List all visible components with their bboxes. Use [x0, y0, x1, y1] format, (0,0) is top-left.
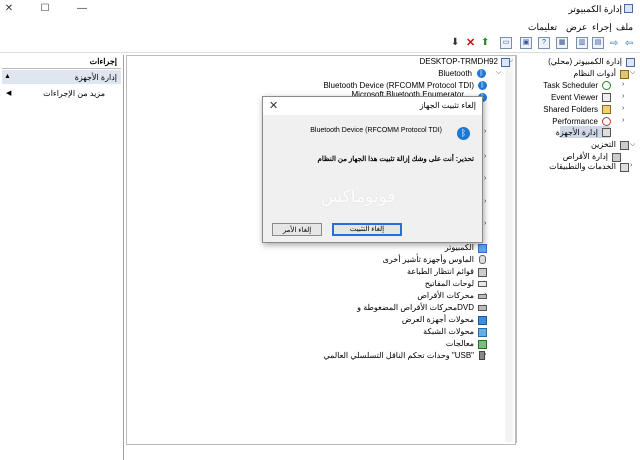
nav-root[interactable]: إدارة الكمبيوتر (محلي)	[548, 57, 622, 66]
monitor-icon[interactable]: ▭	[500, 37, 512, 49]
services-icon	[620, 163, 629, 172]
title-bar	[0, 0, 640, 18]
menu-file[interactable]: ملف	[616, 22, 633, 33]
nav-item[interactable]: Event Viewer	[551, 93, 598, 102]
show-hide-tree-icon[interactable]: ▥	[576, 37, 588, 49]
tools-icon	[620, 70, 629, 79]
uninstall-device-dialog: ✕ إلغاء تثبيت الجهاز ᛒ Bluetooth Device …	[262, 96, 483, 243]
actions-panel	[0, 55, 124, 460]
more-actions-link[interactable]: مزيد من الإجراءات	[43, 89, 105, 98]
computer-icon	[478, 244, 487, 253]
chevron-right-icon[interactable]: ›	[622, 117, 624, 124]
storage-icon	[620, 141, 629, 150]
tree-category[interactable]: محولات الشبكة	[423, 327, 474, 336]
nav-storage[interactable]: التخزين	[591, 140, 616, 149]
tree-category[interactable]: لوحات المفاتيح	[425, 279, 474, 288]
nav-item-selected[interactable]: إدارة الأجهزة	[556, 128, 598, 137]
usb-icon	[479, 351, 485, 360]
chevron-right-icon[interactable]: ›	[484, 128, 486, 135]
cancel-button[interactable]: إلغاء الأمر	[272, 223, 322, 236]
network-adapter-icon	[478, 328, 487, 337]
menu-view[interactable]: عرض	[566, 22, 587, 33]
bluetooth-icon: ᛒ	[457, 127, 470, 140]
nav-item[interactable]: Shared Folders	[543, 105, 598, 114]
scan-hardware-icon[interactable]: ▣	[520, 37, 532, 49]
back-arrow-icon[interactable]: ⇦	[625, 38, 633, 49]
menu-help[interactable]: تعليمات	[528, 22, 557, 33]
bluetooth-icon: ᛒ	[478, 81, 487, 90]
chevron-down-icon[interactable]: ⌵	[496, 69, 501, 77]
disk-management-icon	[612, 153, 621, 162]
nav-item[interactable]: Task Scheduler	[543, 81, 598, 90]
computer-management-icon	[624, 4, 633, 13]
vertical-scrollbar[interactable]	[505, 56, 513, 442]
mouse-icon	[479, 255, 486, 264]
nav-item[interactable]: Performance	[552, 117, 598, 126]
display-adapter-icon	[478, 316, 487, 325]
tree-category[interactable]: وحدات تحكم الناقل التسلسلي العالمي "USB"	[323, 351, 474, 360]
processor-icon	[478, 340, 487, 349]
expand-arrow-icon[interactable]: ◀	[6, 89, 11, 97]
tree-bt-device-rfcomm[interactable]: Bluetooth Device (RFCOMM Protocol TDI)	[323, 81, 474, 90]
computer-icon	[501, 58, 510, 67]
tree-root[interactable]: DESKTOP-TRMDH92	[419, 57, 498, 66]
dialog-title: إلغاء تثبيت الجهاز	[419, 101, 476, 110]
chevron-down-icon[interactable]: ⌵	[630, 141, 635, 149]
dvd-drive-icon	[478, 305, 487, 311]
tree-bluetooth[interactable]: Bluetooth	[438, 69, 472, 78]
close-window-button[interactable]: ✕	[2, 3, 16, 14]
event-viewer-icon	[602, 93, 611, 102]
device-manager-icon	[602, 128, 611, 137]
actions-header: إجراءات	[2, 57, 121, 69]
properties-icon[interactable]: ▦	[556, 37, 568, 49]
update-driver-icon[interactable]: ⬆	[481, 37, 489, 48]
tree-category[interactable]: الماوس وأجهزة تأشير أخرى	[383, 255, 474, 264]
clock-icon	[602, 81, 611, 90]
chevron-down-icon[interactable]: ⌵	[630, 69, 635, 77]
chevron-right-icon[interactable]: ›	[484, 175, 486, 182]
chevron-right-icon[interactable]: ›	[622, 81, 624, 88]
maximize-window-button[interactable]: ☐	[38, 3, 52, 14]
chevron-right-icon[interactable]: ›	[484, 220, 486, 227]
dialog-device-name: Bluetooth Device (RFCOMM Protocol TDI)	[310, 127, 442, 134]
disk-drive-icon	[478, 294, 487, 299]
computer-management-icon	[626, 58, 635, 67]
tree-category[interactable]: الكمبيوتر	[445, 243, 474, 252]
up-level-icon[interactable]: ▤	[592, 37, 604, 49]
watermark: فونوماكس	[321, 187, 396, 206]
nav-disk-management[interactable]: إدارة الأقراص	[563, 152, 608, 161]
tree-category[interactable]: محولات أجهزة العرض	[402, 315, 474, 324]
chevron-right-icon[interactable]: ›	[622, 105, 624, 112]
shared-folder-icon	[602, 105, 611, 114]
uninstall-x-icon[interactable]: ✕	[466, 36, 475, 49]
printer-icon	[478, 268, 487, 277]
download-icon[interactable]: ⬇	[451, 37, 459, 48]
bluetooth-icon: ᛒ	[477, 69, 486, 78]
nav-system-tools[interactable]: أدوات النظام	[573, 69, 616, 78]
uninstall-button[interactable]: إلغاء التثبيت	[332, 223, 402, 236]
chevron-right-icon[interactable]: ›	[484, 153, 486, 160]
chevron-right-icon[interactable]: ›	[630, 162, 632, 169]
forward-arrow-icon[interactable]: ⇨	[610, 38, 618, 49]
collapse-triangle-icon[interactable]: ▲	[4, 73, 11, 80]
help-icon[interactable]: ?	[538, 37, 550, 49]
chevron-right-icon[interactable]: ›	[622, 93, 624, 100]
dialog-warning: تحذير: أنت على وشك إزالة تثبيت هذا الجها…	[317, 156, 474, 163]
dialog-close-button[interactable]: ✕	[269, 99, 278, 112]
menu-action[interactable]: إجراء	[592, 22, 612, 33]
window-title: إدارة الكمبيوتر	[568, 4, 622, 14]
tree-category[interactable]: معالجات	[446, 339, 474, 348]
nav-services[interactable]: الخدمات والتطبيقات	[549, 162, 616, 171]
tree-category[interactable]: محركات الأقراص	[417, 291, 474, 300]
chevron-right-icon[interactable]: ›	[484, 198, 486, 205]
keyboard-icon	[478, 281, 487, 287]
performance-icon	[602, 117, 611, 126]
minimize-window-button[interactable]: —	[75, 3, 89, 14]
tree-category[interactable]: محركات الأقراص المضغوطة وDVD	[357, 303, 474, 312]
tree-category[interactable]: قوائم انتظار الطباعة	[407, 267, 474, 276]
actions-selected-label: إدارة الأجهزة	[74, 73, 117, 82]
